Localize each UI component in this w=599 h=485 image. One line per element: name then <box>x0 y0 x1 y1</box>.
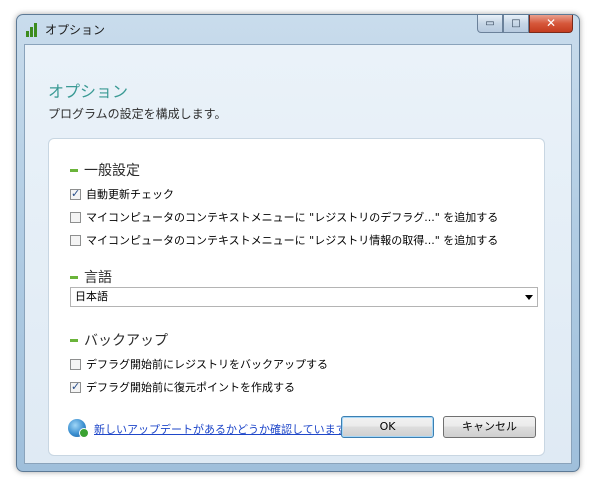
auto-update-label: 自動更新チェック <box>86 188 174 201</box>
backup-registry-label: デフラグ開始前にレジストリをバックアップする <box>86 358 328 371</box>
globe-update-icon <box>68 419 89 438</box>
section-backup-title: バックアップ <box>70 330 168 350</box>
restore-point-checkbox[interactable] <box>70 380 81 393</box>
context-menu-defrag-label: マイコンピュータのコンテキストメニューに "レジストリのデフラグ..." を追加… <box>86 211 499 224</box>
check-update-link[interactable]: 新しいアップデートがあるかどうか確認しています... <box>94 421 357 437</box>
language-selected-value: 日本語 <box>75 290 108 303</box>
dropdown-arrow-icon[interactable] <box>525 295 533 300</box>
options-window: オプション ▭ □ ✕ オプション プログラムの設定を構成します。 一般設定 自… <box>16 14 580 472</box>
restore-point-option[interactable]: デフラグ開始前に復元ポイントを作成する <box>70 379 295 395</box>
cancel-button[interactable]: キャンセル <box>443 416 536 438</box>
maximize-button[interactable]: □ <box>503 15 529 33</box>
page-title: オプション <box>48 82 129 101</box>
caption-buttons: ▭ □ ✕ <box>477 15 573 35</box>
context-menu-info-option[interactable]: マイコンピュータのコンテキストメニューに "レジストリ情報の取得..." を追加… <box>70 232 498 248</box>
page-subtitle: プログラムの設定を構成します。 <box>48 107 227 121</box>
language-select[interactable]: 日本語 <box>70 287 538 307</box>
minimize-button[interactable]: ▭ <box>477 15 503 33</box>
context-menu-defrag-option[interactable]: マイコンピュータのコンテキストメニューに "レジストリのデフラグ..." を追加… <box>70 209 498 225</box>
ok-button[interactable]: OK <box>341 416 434 438</box>
auto-update-checkbox[interactable] <box>70 187 81 200</box>
app-bar-chart-icon <box>25 23 39 37</box>
close-button[interactable]: ✕ <box>529 15 573 33</box>
section-bullet-icon <box>70 275 78 279</box>
auto-update-check-option[interactable]: 自動更新チェック <box>70 186 174 202</box>
title-bar[interactable]: オプション ▭ □ ✕ <box>17 15 579 45</box>
context-menu-defrag-checkbox[interactable] <box>70 211 81 223</box>
backup-registry-checkbox[interactable] <box>70 358 81 370</box>
section-general-title: 一般設定 <box>70 160 140 180</box>
dialog-client-area: オプション プログラムの設定を構成します。 一般設定 自動更新チェック マイコン… <box>24 44 572 464</box>
window-title: オプション <box>45 23 106 37</box>
context-menu-info-checkbox[interactable] <box>70 234 81 246</box>
restore-point-label: デフラグ開始前に復元ポイントを作成する <box>86 381 295 394</box>
section-bullet-icon <box>70 168 78 172</box>
section-language-title: 言語 <box>70 267 112 287</box>
backup-registry-option[interactable]: デフラグ開始前にレジストリをバックアップする <box>70 356 328 372</box>
settings-panel: 一般設定 自動更新チェック マイコンピュータのコンテキストメニューに "レジスト… <box>48 138 545 456</box>
section-bullet-icon <box>70 338 78 342</box>
context-menu-info-label: マイコンピュータのコンテキストメニューに "レジストリ情報の取得..." を追加… <box>86 234 499 247</box>
